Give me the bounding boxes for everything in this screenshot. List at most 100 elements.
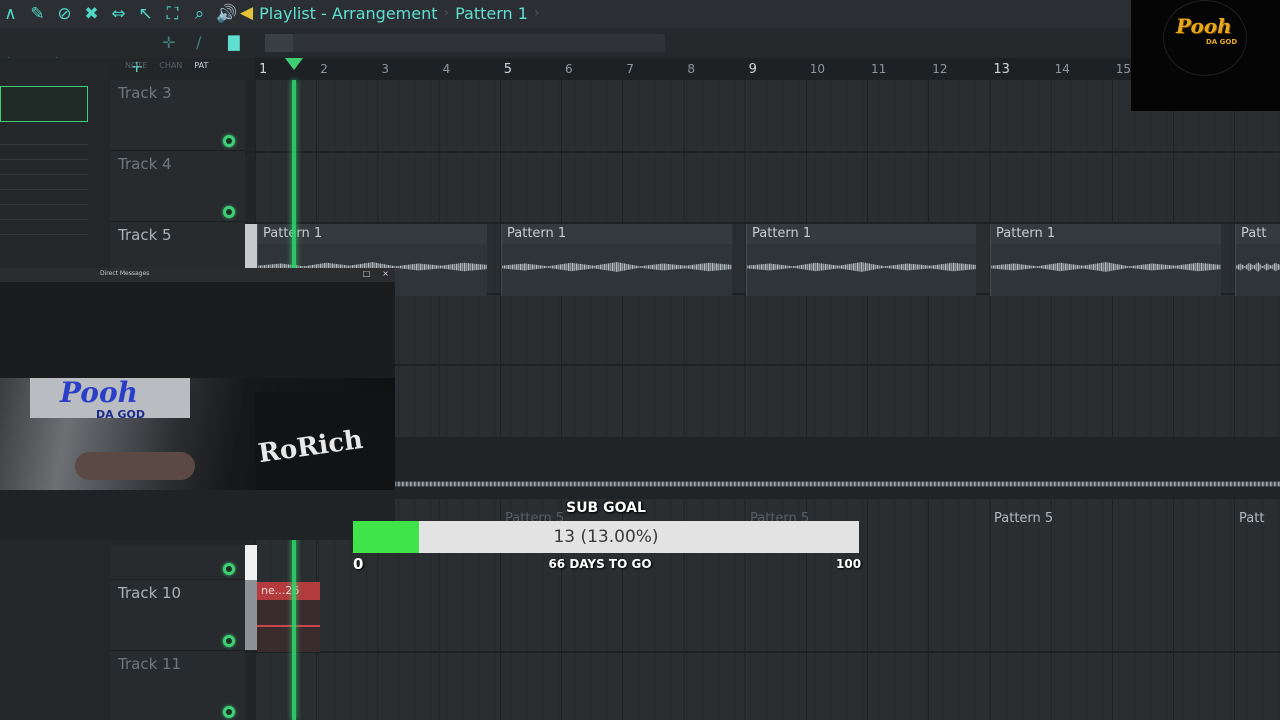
pattern-speaker-icon[interactable]: ◀	[240, 3, 253, 23]
piano-roll-icon[interactable]: ▇	[228, 33, 250, 51]
clip-waveform	[747, 262, 976, 272]
ruler-number: 14	[1054, 62, 1070, 76]
delete-icon[interactable]: ⊘	[54, 4, 75, 24]
ruler-number: 10	[809, 62, 826, 76]
playlist-grid[interactable]	[255, 80, 1280, 720]
picker-tabs: NOTE CHAN PAT	[125, 61, 208, 70]
playhead-marker-icon[interactable]	[285, 58, 303, 70]
track-position-marker[interactable]	[245, 224, 257, 268]
track-name: Track 3	[118, 84, 172, 102]
row-divider	[245, 364, 1280, 366]
row-divider	[245, 651, 1280, 653]
clip-label[interactable]: Pattern 5	[994, 511, 1053, 526]
breadcrumb-separator: ›	[443, 5, 450, 21]
zoom-icon[interactable]: ⌕	[189, 4, 210, 24]
clip-label[interactable]: Patt	[1239, 511, 1264, 526]
clip-waveform	[991, 262, 1221, 272]
track-header-9[interactable]	[110, 545, 245, 580]
track-position-marker[interactable]	[245, 545, 257, 580]
sub-goal-title: SUB GOAL	[566, 500, 646, 516]
window-titlebar[interactable]: Direct Messages □ ×	[0, 268, 395, 282]
mute-icon[interactable]: ✖	[81, 4, 102, 24]
clip-label: Pattern 1	[996, 226, 1056, 241]
clip-waveform	[502, 262, 732, 272]
clip-header: Patt	[1236, 224, 1280, 244]
track-mute-led[interactable]	[223, 135, 235, 147]
track-header-10[interactable]: Track 10	[110, 580, 245, 651]
webcam-hand	[75, 452, 195, 480]
pencil-icon[interactable]: ∕	[196, 33, 201, 52]
track-header-3[interactable]: Track 3	[110, 80, 245, 151]
pattern-clip[interactable]: Patt	[1235, 224, 1280, 296]
breadcrumb-separator[interactable]: ›	[534, 5, 540, 21]
sub-goal-min: 0	[353, 555, 364, 573]
track-name: Track 5	[118, 226, 172, 244]
pattern-selector[interactable]: Pattern 1	[455, 4, 528, 23]
ruler-number: 7	[626, 62, 634, 76]
track-mute-led[interactable]	[223, 206, 235, 218]
track-name: Track 11	[118, 655, 182, 673]
tab-note[interactable]: NOTE	[125, 61, 147, 70]
track-name: Track 4	[118, 155, 172, 173]
paint-icon[interactable]: ✎	[27, 4, 48, 24]
crosshair-icon[interactable]: ✛	[162, 33, 175, 52]
webcam-sign-text: Pooh	[60, 376, 139, 409]
sub-goal-progress-text: 13 (13.00%)	[553, 527, 659, 547]
ruler-number: 3	[381, 62, 390, 76]
pattern-clip-red[interactable]: ne...26	[257, 582, 320, 652]
track-header-11[interactable]: Track 11	[110, 651, 245, 720]
track-mute-led[interactable]	[223, 706, 235, 718]
automation-line	[257, 625, 320, 627]
maximize-icon[interactable]: □	[363, 269, 371, 278]
main-toolbar: ∧ ✎ ⊘ ✖ ⇔ ↖ ⛶ ⌕ 🔊 ◀ Playlist - Arrangeme…	[0, 0, 1280, 28]
clip-label: Pattern 1	[507, 226, 567, 241]
track-header-4[interactable]: Track 4	[110, 151, 245, 222]
magnet-icon[interactable]: ∧	[0, 4, 21, 24]
scrollbar-thumb[interactable]	[265, 34, 293, 52]
sub-goal-max: 100	[836, 557, 862, 571]
timeline-ruler[interactable]: 1 2 3 4 5 6 7 8 9 10 11 12 13 14 15	[255, 58, 1280, 80]
ruler-number: 9	[748, 62, 757, 77]
window-title: ◀ Playlist - Arrangement › Pattern 1 ›	[240, 3, 540, 23]
clip-header: ne...26	[257, 582, 320, 600]
zoom-box-icon[interactable]: ⛶	[162, 4, 183, 24]
pattern-preview[interactable]	[0, 86, 88, 122]
track-mute-led[interactable]	[223, 563, 235, 575]
sub-goal-days: 66 DAYS TO GO	[548, 557, 652, 571]
ruler-number: 13	[993, 62, 1010, 77]
clip-waveform	[1236, 262, 1280, 272]
ruler-number: 4	[442, 62, 451, 76]
horizontal-scrollbar[interactable]	[265, 34, 665, 52]
pattern-clip[interactable]: Pattern 1	[990, 224, 1221, 296]
ruler-number: 5	[503, 62, 513, 77]
select-icon[interactable]: ↖	[135, 4, 156, 24]
sub-goal-progress-bar: 13 (13.00%)	[353, 521, 859, 553]
pattern-clip[interactable]: Pattern 1	[746, 224, 976, 296]
close-icon[interactable]: ×	[382, 269, 389, 278]
pattern-clip[interactable]: Pattern 1	[501, 224, 732, 296]
track-name: Track 10	[118, 584, 182, 602]
clip-header: Pattern 1	[502, 224, 732, 244]
speaker-icon[interactable]: 🔊	[216, 4, 237, 24]
slip-icon[interactable]: ⇔	[108, 4, 129, 24]
ruler-number: 6	[565, 62, 573, 76]
ruler-number: 8	[687, 62, 696, 76]
clip-header: Pattern 1	[991, 224, 1221, 244]
ruler-number: 11	[871, 62, 887, 76]
window-controls: □ ×	[363, 269, 389, 278]
clip-label: Pattern 1	[752, 226, 812, 241]
overlay-background	[0, 490, 395, 540]
ruler-number: 2	[320, 62, 328, 76]
clip-label: Patt	[1241, 226, 1267, 241]
clip-header: Pattern 1	[747, 224, 976, 244]
track-position-marker[interactable]	[245, 580, 257, 650]
tab-pat[interactable]: PAT	[194, 61, 208, 70]
tab-chan[interactable]: CHAN	[159, 61, 182, 70]
ruler-number: 12	[932, 62, 948, 76]
pattern-list[interactable]	[0, 130, 88, 240]
ruler-number: 15	[1115, 62, 1132, 76]
audio-track-band[interactable]	[395, 437, 1280, 499]
row-divider	[245, 151, 1280, 153]
track-mute-led[interactable]	[223, 635, 235, 647]
ruler-number: 1	[259, 62, 268, 77]
